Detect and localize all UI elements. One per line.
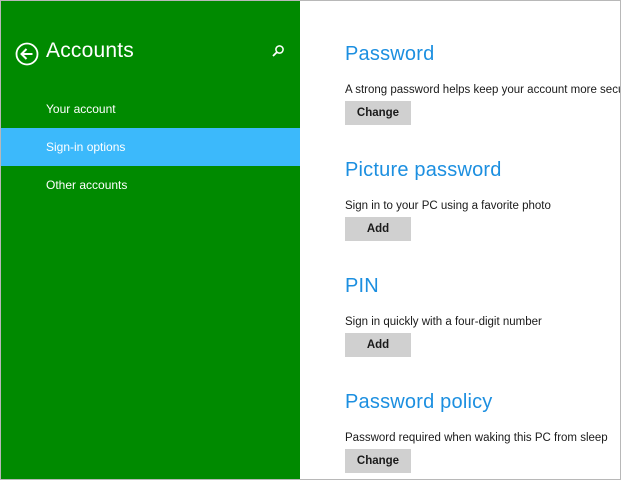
add-pin-button[interactable]: Add	[345, 333, 411, 357]
section-description: Sign in to your PC using a favorite phot…	[345, 200, 551, 212]
sidebar-item-label: Sign-in options	[46, 140, 126, 154]
change-password-button[interactable]: Change	[345, 101, 411, 125]
search-icon[interactable]	[271, 44, 285, 58]
section-heading: Picture password	[345, 159, 502, 181]
sidebar-item-sign-in-options[interactable]: Sign-in options	[1, 128, 300, 166]
sidebar-header: Accounts	[1, 1, 300, 101]
password-policy-section: Password policy Password required when w…	[345, 391, 620, 473]
section-description: A strong password helps keep your accoun…	[345, 84, 621, 96]
section-heading: PIN	[345, 275, 379, 297]
sidebar: Accounts Your account Sign-in options Ot…	[1, 1, 300, 479]
back-arrow-icon[interactable]	[15, 42, 39, 66]
sidebar-item-other-accounts[interactable]: Other accounts	[1, 166, 300, 204]
section-description: Password required when waking this PC fr…	[345, 432, 608, 444]
change-password-policy-button[interactable]: Change	[345, 449, 411, 473]
section-description: Sign in quickly with a four-digit number	[345, 316, 542, 328]
section-heading: Password	[345, 43, 435, 65]
sidebar-item-your-account[interactable]: Your account	[1, 90, 300, 128]
settings-window: Accounts Your account Sign-in options Ot…	[0, 0, 621, 480]
sidebar-item-label: Other accounts	[46, 178, 128, 192]
section-heading: Password policy	[345, 391, 493, 413]
picture-password-section: Picture password Sign in to your PC usin…	[345, 159, 620, 241]
sidebar-item-label: Your account	[46, 102, 116, 116]
add-picture-password-button[interactable]: Add	[345, 217, 411, 241]
pin-section: PIN Sign in quickly with a four-digit nu…	[345, 275, 620, 357]
main-content: Password A strong password helps keep yo…	[300, 1, 620, 479]
page-title: Accounts	[46, 39, 134, 62]
password-section: Password A strong password helps keep yo…	[345, 43, 620, 125]
